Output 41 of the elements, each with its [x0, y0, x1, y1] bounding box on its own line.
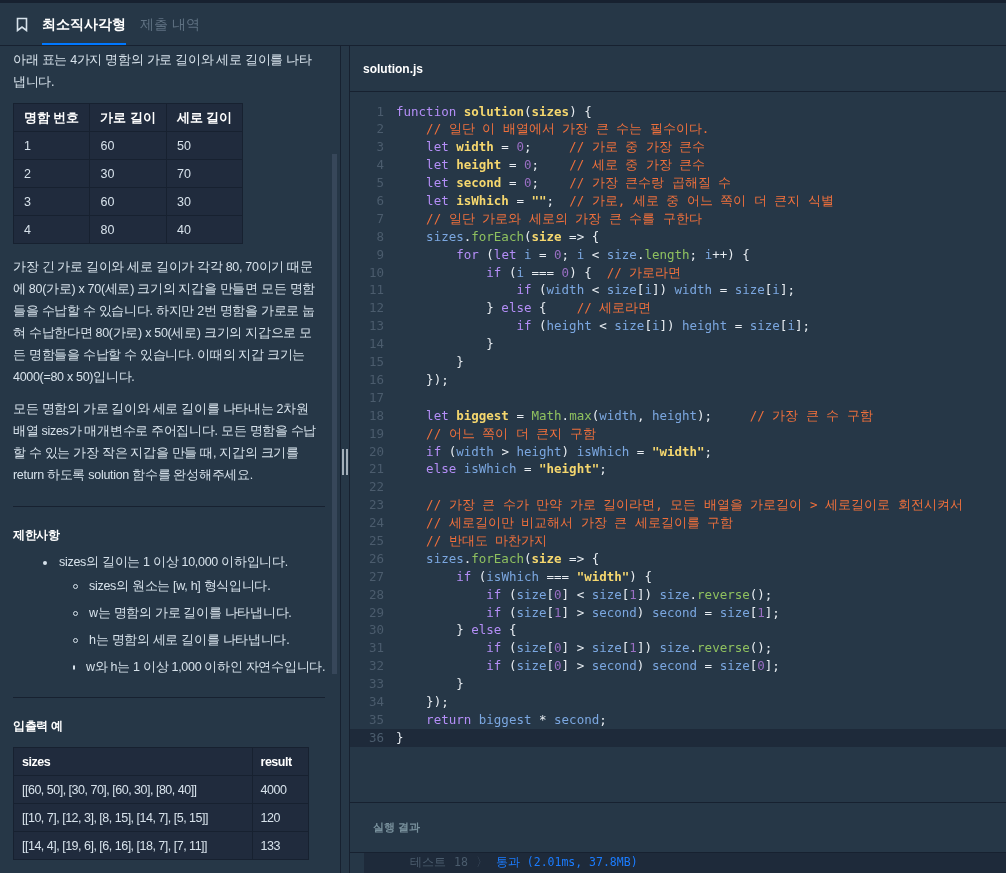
table-cell: 40: [166, 215, 243, 244]
column-header: 명함 번호: [13, 103, 90, 132]
table-cell: 60: [90, 187, 167, 216]
table-cell: [[60, 50], [30, 70], [60, 30], [80, 40]]: [13, 775, 253, 804]
results-title: 실행 결과: [373, 820, 421, 836]
bullet-icon: [43, 560, 47, 565]
table-cell: 30: [90, 159, 167, 188]
table-cell: 4: [13, 215, 90, 244]
column-header: 세로 길이: [166, 103, 243, 132]
table-cell: 1: [13, 131, 90, 160]
file-name: solution.js: [363, 60, 423, 78]
section-title: 제한사항: [13, 527, 61, 544]
list-item-text: w와 h는 1 이상 1,000 이하인 자연수입니다.: [86, 659, 326, 676]
list-item-text: sizes의 원소는 [w, h] 형식입니다.: [89, 578, 271, 595]
paragraph: 아래 표는 4가지 명함의 가로 길이와 세로 길이를 나타냅니다.: [13, 52, 313, 91]
column-header: sizes: [13, 747, 253, 776]
table-cell: [[10, 7], [12, 3], [8, 15], [14, 7], [5, 15]]: [13, 803, 253, 832]
column-header: result: [252, 747, 309, 776]
result-text: 통과 (2.01ms, 37.8MB): [495, 854, 638, 872]
table-cell: 133: [252, 831, 309, 860]
table-cell: 120: [252, 803, 309, 832]
table-cell: 3: [13, 187, 90, 216]
table-cell: 4000: [252, 775, 309, 804]
column-header: 가로 길이: [90, 103, 167, 132]
section-title: 입출력 예: [13, 718, 64, 735]
table-cell: 30: [166, 187, 243, 216]
paragraph: 모든 명함의 가로 길이와 세로 길이를 나타내는 2차원 배열 sizes가 매개변수로 주어집니다. 모든 명함을 수납할 수 있는 가장 작은 지갑을 만들 때, 지갑의 크기를 return 하도록 solution 함수를 완성해주세요.: [13, 401, 318, 484]
table-cell: 80: [90, 215, 167, 244]
chevron-icon: 〉: [475, 854, 488, 872]
tab[interactable]: 최소직사각형: [42, 3, 126, 45]
list-item-text: sizes의 길이는 1 이상 10,000 이하입니다.: [59, 554, 288, 571]
table-cell: 50: [166, 131, 243, 160]
bookmark-icon[interactable]: [16, 16, 28, 32]
paragraph: 가장 긴 가로 길이와 세로 길이가 각각 80, 70이기 때문에 80(가로) x 70(세로) 크기의 지갑을 만들면 모든 명함들을 수납할 수 있습니다. 하지만 2번 명함을 가로로 눕혀 수납한다면 80(가로) x 50(세로) 크기의 지갑으로 모든 명함들을 수납할 수 있습니다. 이때의 지갑 크기는 4000(=80 x 50)입니다.: [13, 259, 316, 386]
list-item-text: w는 명함의 가로 길이를 나타냅니다.: [89, 605, 292, 622]
table-cell: 2: [13, 159, 90, 188]
list-item-text: h는 명함의 세로 길이를 나타냅니다.: [89, 632, 290, 649]
table-cell: 70: [166, 159, 243, 188]
table-cell: [[14, 4], [19, 6], [6, 16], [18, 7], [7, 11]]: [13, 831, 253, 860]
resize-handle[interactable]: [342, 448, 348, 475]
table-cell: 60: [90, 131, 167, 160]
